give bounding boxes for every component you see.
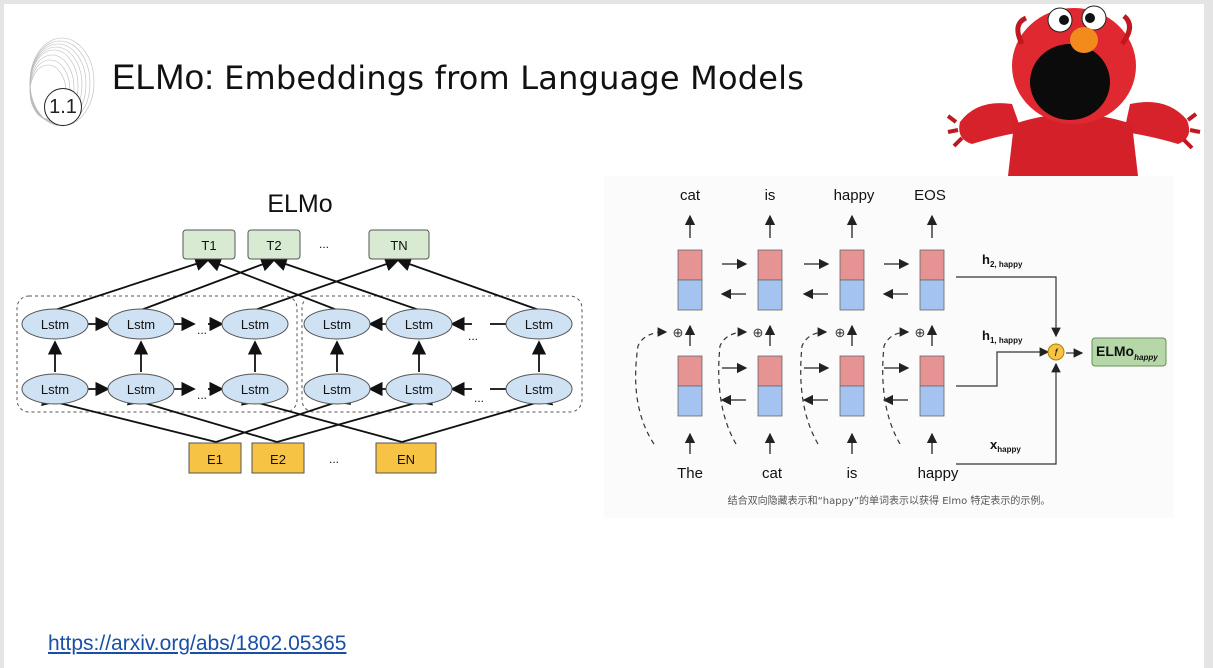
elmo-character-icon [946, 5, 1201, 176]
hidden-cell-upper [757, 249, 783, 281]
svg-text:E2: E2 [270, 452, 286, 467]
bottom-word: happy [918, 465, 959, 482]
output-t2: T2 [247, 229, 301, 260]
plus-icon: ⊕ [835, 325, 846, 340]
lstm-label: Lstm [241, 317, 269, 332]
lstm-label: Lstm [41, 317, 69, 332]
ellipsis: ... [197, 323, 207, 337]
top-word: EOS [914, 187, 946, 204]
section-badge: 1.1 [8, 26, 96, 136]
bottom-word: The [677, 465, 703, 482]
top-word: cat [680, 187, 701, 204]
hidden-cell-upper [677, 249, 703, 281]
hidden-cell-upper [677, 355, 703, 387]
x-label: xhappy [990, 437, 1021, 454]
lstm-label: Lstm [323, 382, 351, 397]
page-title: ELMo: Embeddings from Language Models [112, 58, 804, 98]
plus-icon: ⊕ [673, 325, 684, 340]
lstm-label: Lstm [405, 382, 433, 397]
h2-label: h2, happy [982, 252, 1023, 269]
lstm-label: Lstm [405, 317, 433, 332]
output-tn: TN [368, 229, 430, 260]
section-number: 1.1 [44, 88, 82, 126]
h1-label: h1, happy [982, 328, 1023, 345]
hidden-cell-lower [677, 279, 703, 311]
hidden-cell-lower [919, 385, 945, 417]
ellipsis: ... [319, 237, 329, 251]
lstm-label: Lstm [323, 317, 351, 332]
lstm-label: Lstm [127, 317, 155, 332]
elmo-combination-diagram: cat is happy EOS ⊕ ⊕ ⊕ ⊕ The cat is happ… [604, 176, 1174, 518]
hidden-cell-lower [839, 279, 865, 311]
hidden-cell-upper [919, 355, 945, 387]
hidden-cell-upper [839, 355, 865, 387]
hidden-cell-lower [757, 385, 783, 417]
bottom-word: is [847, 465, 858, 482]
svg-text:TN: TN [390, 238, 407, 253]
bottom-word: cat [762, 465, 783, 482]
ellipsis: ... [329, 452, 339, 466]
hidden-cell-lower [677, 385, 703, 417]
svg-text:T1: T1 [201, 238, 216, 253]
hidden-cell-lower [839, 385, 865, 417]
elmo-architecture-diagram: ELMo ... ... ... ... ... T1 T2 TN Lstm L… [12, 180, 594, 486]
hidden-cell-upper [919, 249, 945, 281]
ellipsis: ... [468, 329, 478, 343]
title-acronym: ELMo: [112, 58, 225, 97]
svg-text:E1: E1 [207, 452, 223, 467]
left-diagram-heading: ELMo [267, 190, 332, 218]
svg-text:EN: EN [397, 452, 415, 467]
arxiv-link[interactable]: https://arxiv.org/abs/1802.05365 [48, 632, 346, 656]
top-word: is [765, 187, 776, 204]
lstm-label: Lstm [525, 317, 553, 332]
output-t1: T1 [182, 229, 236, 260]
input-e1: E1 [188, 442, 242, 474]
diagram-caption: 结合双向隐藏表示和“happy”的单词表示以获得 Elmo 特定表示的示例。 [728, 494, 1051, 507]
plus-icon: ⊕ [915, 325, 926, 340]
input-e2: E2 [251, 442, 305, 474]
hidden-cell-lower [757, 279, 783, 311]
plus-icon: ⊕ [753, 325, 764, 340]
lstm-label: Lstm [41, 382, 69, 397]
lstm-label: Lstm [525, 382, 553, 397]
slide: 1.1 ELMo: Embeddings from Language Model… [4, 4, 1204, 668]
elmo-image [942, 4, 1204, 176]
top-word: happy [834, 187, 875, 204]
input-en: EN [375, 442, 437, 474]
hidden-cell-upper [757, 355, 783, 387]
lstm-label: Lstm [241, 382, 269, 397]
lstm-label: Lstm [127, 382, 155, 397]
ellipsis: ... [197, 388, 207, 402]
hidden-cell-lower [919, 279, 945, 311]
title-expansion: Embeddings from Language Models [224, 59, 805, 97]
ellipsis: ... [474, 391, 484, 405]
svg-text:T2: T2 [266, 238, 281, 253]
hidden-cell-upper [839, 249, 865, 281]
